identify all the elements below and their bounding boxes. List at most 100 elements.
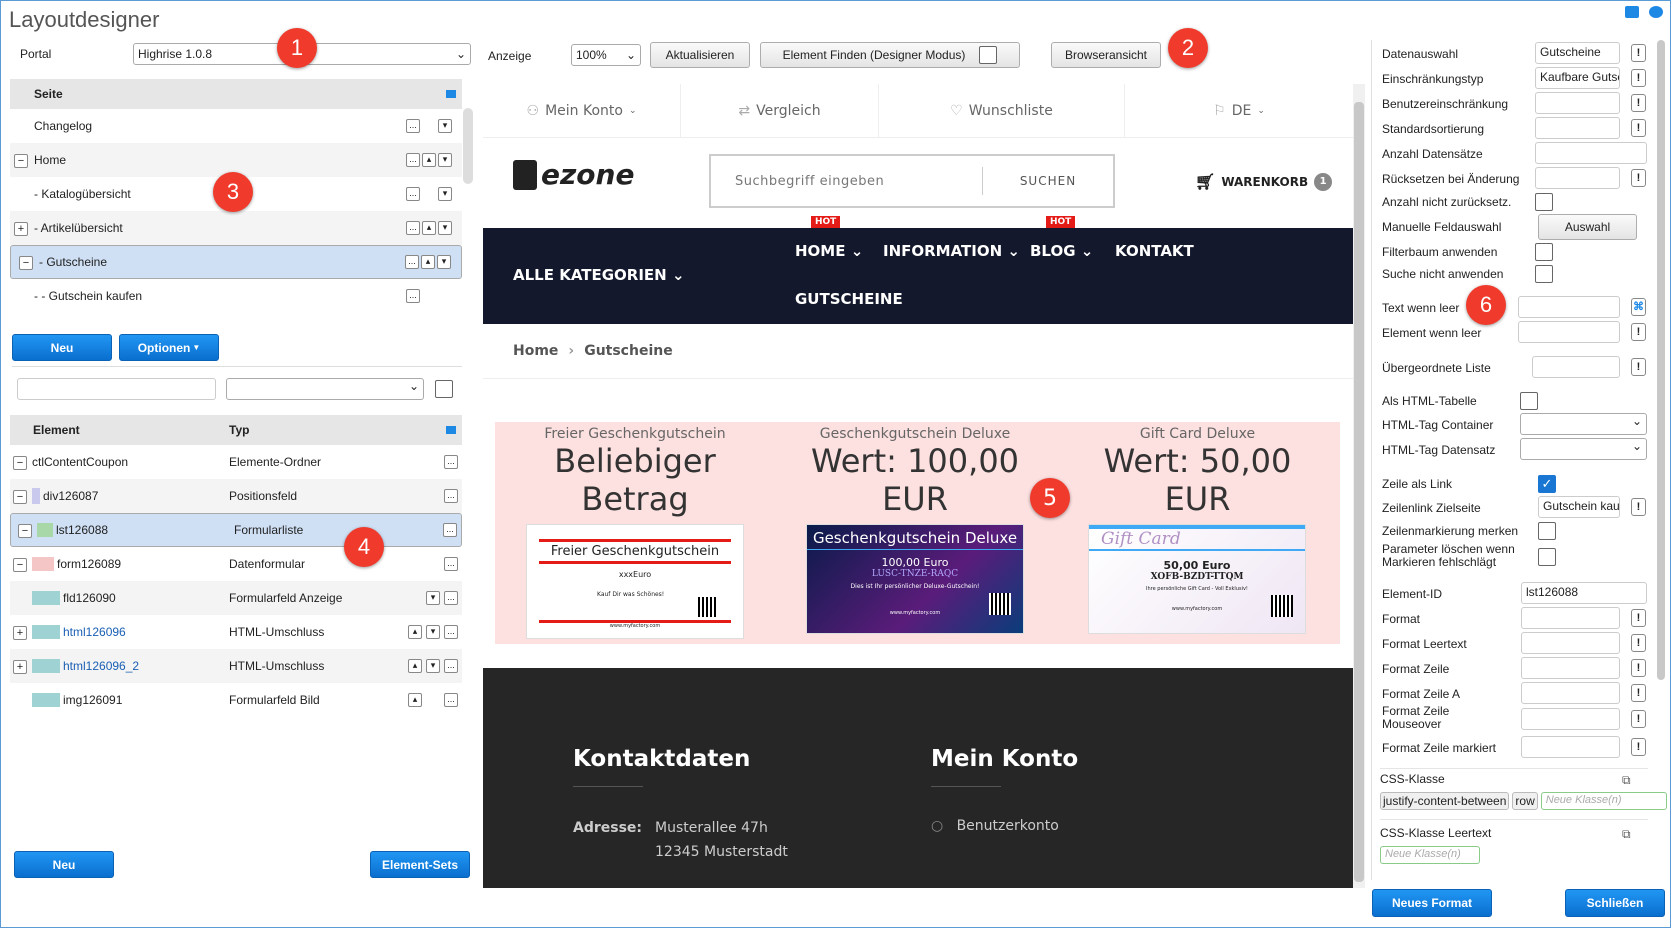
empty-element-field[interactable] — [1518, 321, 1620, 343]
restriction-type-field[interactable]: Kaufbare Gutsc — [1535, 67, 1620, 89]
element-filter-checkbox[interactable] — [435, 380, 453, 398]
user-restriction-field[interactable] — [1535, 92, 1620, 114]
more-icon[interactable]: ... — [406, 153, 420, 167]
voucher-item[interactable]: Gift Card Deluxe Wert: 50,00 EUR Gift Ca… — [1055, 422, 1340, 644]
filter-tree-checkbox[interactable] — [1535, 243, 1553, 261]
properties-scrollbar[interactable] — [1657, 40, 1665, 680]
format-empty-text-field[interactable] — [1521, 632, 1620, 654]
mail-icon[interactable] — [1625, 6, 1639, 18]
browser-view-button[interactable]: Browseransicht — [1051, 42, 1161, 68]
collapse-icon[interactable]: − — [13, 557, 27, 572]
chevron-up-icon[interactable]: ▴ — [422, 221, 436, 235]
expression-button[interactable]: ! — [1631, 498, 1646, 516]
more-icon[interactable]: ... — [444, 455, 458, 469]
count-no-reset-checkbox[interactable] — [1535, 193, 1553, 211]
chevron-down-icon[interactable]: ▾ — [438, 119, 452, 133]
column-settings-icon[interactable] — [446, 426, 456, 434]
more-icon[interactable]: ... — [444, 489, 458, 503]
all-categories-menu[interactable]: ALLE KATEGORIEN ⌄ — [513, 266, 685, 284]
no-search-checkbox[interactable] — [1535, 265, 1553, 283]
remember-row-mark-checkbox[interactable] — [1538, 522, 1556, 540]
table-row[interactable]: + html126096 HTML-Umschluss ▴ ▾... — [10, 615, 462, 649]
expression-button[interactable]: ! — [1631, 609, 1646, 627]
more-icon[interactable]: ... — [406, 187, 420, 201]
nav-blog[interactable]: BLOG ⌄ — [1030, 242, 1093, 260]
more-icon[interactable]: ... — [444, 659, 458, 673]
expression-button[interactable]: ! — [1631, 710, 1646, 728]
nav-contact[interactable]: KONTAKT — [1115, 242, 1194, 260]
expand-icon[interactable]: + — [13, 625, 27, 640]
close-button[interactable]: Schließen — [1565, 889, 1665, 917]
chevron-up-icon[interactable]: ▴ — [421, 255, 435, 269]
clear-params-checkbox[interactable] — [1538, 548, 1556, 566]
table-row[interactable]: − div126087 Positionsfeld... — [10, 479, 462, 513]
voucher-item[interactable]: Freier Geschenkgutschein Beliebiger Betr… — [495, 422, 775, 644]
more-icon[interactable]: ... — [406, 289, 420, 303]
format-row-hover-field[interactable] — [1521, 708, 1620, 730]
chevron-down-icon[interactable]: ▾ — [426, 659, 440, 673]
format-row-marked-field[interactable] — [1521, 736, 1620, 758]
more-icon[interactable]: ... — [444, 557, 458, 571]
pages-scrollbar[interactable] — [463, 108, 473, 184]
format-row-field[interactable] — [1521, 657, 1620, 679]
more-icon[interactable]: ... — [444, 591, 458, 605]
chevron-up-icon[interactable]: ▴ — [408, 659, 422, 673]
more-icon[interactable]: ... — [406, 119, 420, 133]
shop-logo[interactable]: ezone — [513, 158, 634, 191]
breadcrumb-home[interactable]: Home — [513, 343, 558, 359]
expression-button[interactable]: ! — [1631, 358, 1646, 376]
nav-vouchers[interactable]: GUTSCHEINE — [795, 290, 903, 308]
more-icon[interactable]: ... — [443, 523, 457, 537]
help-icon[interactable] — [1649, 6, 1663, 18]
new-format-button[interactable]: Neues Format — [1372, 889, 1492, 917]
voucher-item[interactable]: Geschenkgutschein Deluxe Wert: 100,00 EU… — [775, 422, 1055, 644]
parent-list-field[interactable] — [1532, 356, 1620, 378]
table-row[interactable]: − ctlContentCoupon Elemente-Ordner... — [10, 445, 462, 479]
expression-button[interactable]: ! — [1631, 69, 1646, 87]
tree-row[interactable]: + - Artikelübersicht... ▴ ▾ — [10, 211, 462, 245]
footer-account-link[interactable]: ○ Benutzerkonto — [931, 818, 1059, 834]
expression-button[interactable]: ! — [1631, 323, 1646, 341]
chevron-up-icon[interactable]: ▴ — [408, 625, 422, 639]
row-as-link-checkbox[interactable]: ✓ — [1538, 475, 1556, 493]
more-icon[interactable]: ... — [406, 221, 420, 235]
field-selection-button[interactable]: Auswahl — [1538, 214, 1637, 240]
css-class-tag[interactable]: justify-content-between — [1380, 792, 1510, 810]
table-row[interactable]: − form126089 Datenformular... — [10, 547, 462, 581]
expression-button[interactable]: ! — [1631, 659, 1646, 677]
empty-text-field[interactable] — [1518, 296, 1620, 318]
expand-icon[interactable]: + — [14, 221, 28, 236]
expression-button[interactable]: ! — [1631, 44, 1646, 62]
wishlist-link[interactable]: ♡ Wunschliste — [879, 84, 1125, 137]
tree-row[interactable]: - - Gutschein kaufen... — [10, 279, 462, 313]
html-table-checkbox[interactable] — [1520, 392, 1538, 410]
table-row[interactable]: fld126090 Formularfeld Anzeige ▾... — [10, 581, 462, 615]
reset-on-change-field[interactable] — [1535, 167, 1620, 189]
collapse-icon[interactable]: − — [13, 489, 27, 504]
shop-search-input[interactable]: Suchbegriff eingeben — [711, 174, 982, 189]
expression-button[interactable]: ! — [1631, 738, 1646, 756]
copy-icon[interactable]: ⧉ — [1622, 773, 1631, 788]
expand-icon[interactable]: + — [13, 659, 27, 674]
expression-button[interactable]: ! — [1631, 684, 1646, 702]
options-button[interactable]: Optionen ▼ — [119, 334, 219, 361]
new-element-button[interactable]: Neu — [14, 851, 114, 878]
page-preview[interactable]: ⚇ Mein Konto ⌄ ⇄ Vergleich ♡ Wunschliste ⚐ DE… — [483, 84, 1353, 888]
chevron-down-icon[interactable]: ▾ — [437, 255, 451, 269]
element-id-field[interactable]: lst126088 — [1521, 582, 1647, 604]
preview-scroll-thumb[interactable] — [1354, 102, 1364, 882]
chevron-down-icon[interactable]: ▾ — [426, 591, 440, 605]
element-filter-input[interactable] — [17, 378, 216, 400]
expression-button[interactable]: ! — [1631, 634, 1646, 652]
css-class-new-input[interactable]: Neue Klasse(n) — [1540, 792, 1667, 810]
chevron-down-icon[interactable]: ▾ — [438, 221, 452, 235]
new-page-button[interactable]: Neu — [12, 334, 112, 361]
account-link[interactable]: ⚇ Mein Konto ⌄ — [483, 84, 681, 137]
compare-link[interactable]: ⇄ Vergleich — [681, 84, 879, 137]
collapse-icon[interactable]: − — [14, 153, 28, 168]
format-row-a-field[interactable] — [1521, 682, 1620, 704]
chevron-up-icon[interactable]: ▴ — [408, 693, 422, 707]
element-sets-button[interactable]: Element-Sets — [370, 851, 470, 878]
table-row[interactable]: img126091 Formularfeld Bild ▴... — [10, 683, 462, 717]
tree-row-selected[interactable]: − - Gutscheine... ▴ ▾ — [10, 245, 462, 279]
